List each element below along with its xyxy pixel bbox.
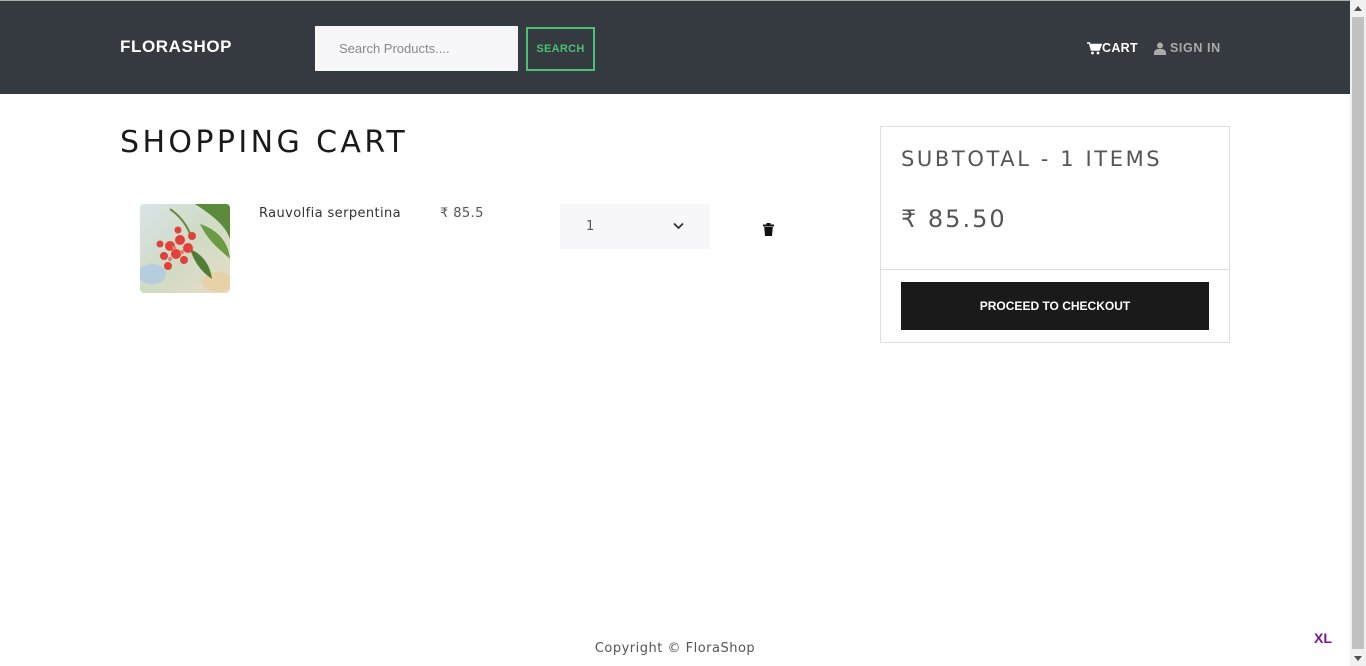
nav-signin-link[interactable]: SIGN IN	[1154, 41, 1221, 55]
scroll-up-arrow[interactable]	[1350, 0, 1366, 16]
nav-signin-label: SIGN IN	[1170, 41, 1221, 55]
brand-logo[interactable]: FLORASHOP	[120, 37, 232, 57]
user-icon	[1154, 42, 1166, 55]
scroll-thumb[interactable]	[1352, 17, 1364, 649]
quantity-value: 1	[586, 219, 595, 234]
search-input[interactable]	[315, 26, 518, 71]
subtotal-amount: ₹ 85.50	[901, 205, 1007, 233]
quantity-select[interactable]: 1	[560, 204, 710, 249]
scroll-down-arrow[interactable]	[1350, 650, 1366, 666]
search-button[interactable]: SEARCH	[526, 27, 595, 71]
navbar: FLORASHOP SEARCH CART SIGN IN	[0, 0, 1350, 94]
product-image[interactable]	[140, 204, 230, 293]
breakpoint-badge: XL	[1314, 630, 1332, 646]
footer-copyright: Copyright © FloraShop	[594, 641, 756, 656]
trash-icon	[763, 221, 774, 240]
subtotal-title: SUBTOTAL - 1 ITEMS	[901, 147, 1163, 171]
chevron-down-icon	[673, 219, 684, 234]
cart-icon	[1087, 41, 1102, 55]
page-title: SHOPPING CART	[120, 125, 409, 160]
remove-item-button[interactable]	[763, 221, 774, 240]
nav-cart-label: CART	[1102, 41, 1138, 55]
cart-summary: SUBTOTAL - 1 ITEMS ₹ 85.50 PROCEED TO CH…	[880, 126, 1230, 343]
checkout-button[interactable]: PROCEED TO CHECKOUT	[901, 282, 1209, 330]
vertical-scrollbar[interactable]	[1350, 0, 1366, 666]
nav-cart-link[interactable]: CART	[1087, 41, 1138, 55]
summary-divider	[881, 269, 1229, 270]
product-name-link[interactable]: Rauvolfia serpentina	[259, 206, 401, 221]
product-price: ₹ 85.5	[440, 206, 484, 221]
